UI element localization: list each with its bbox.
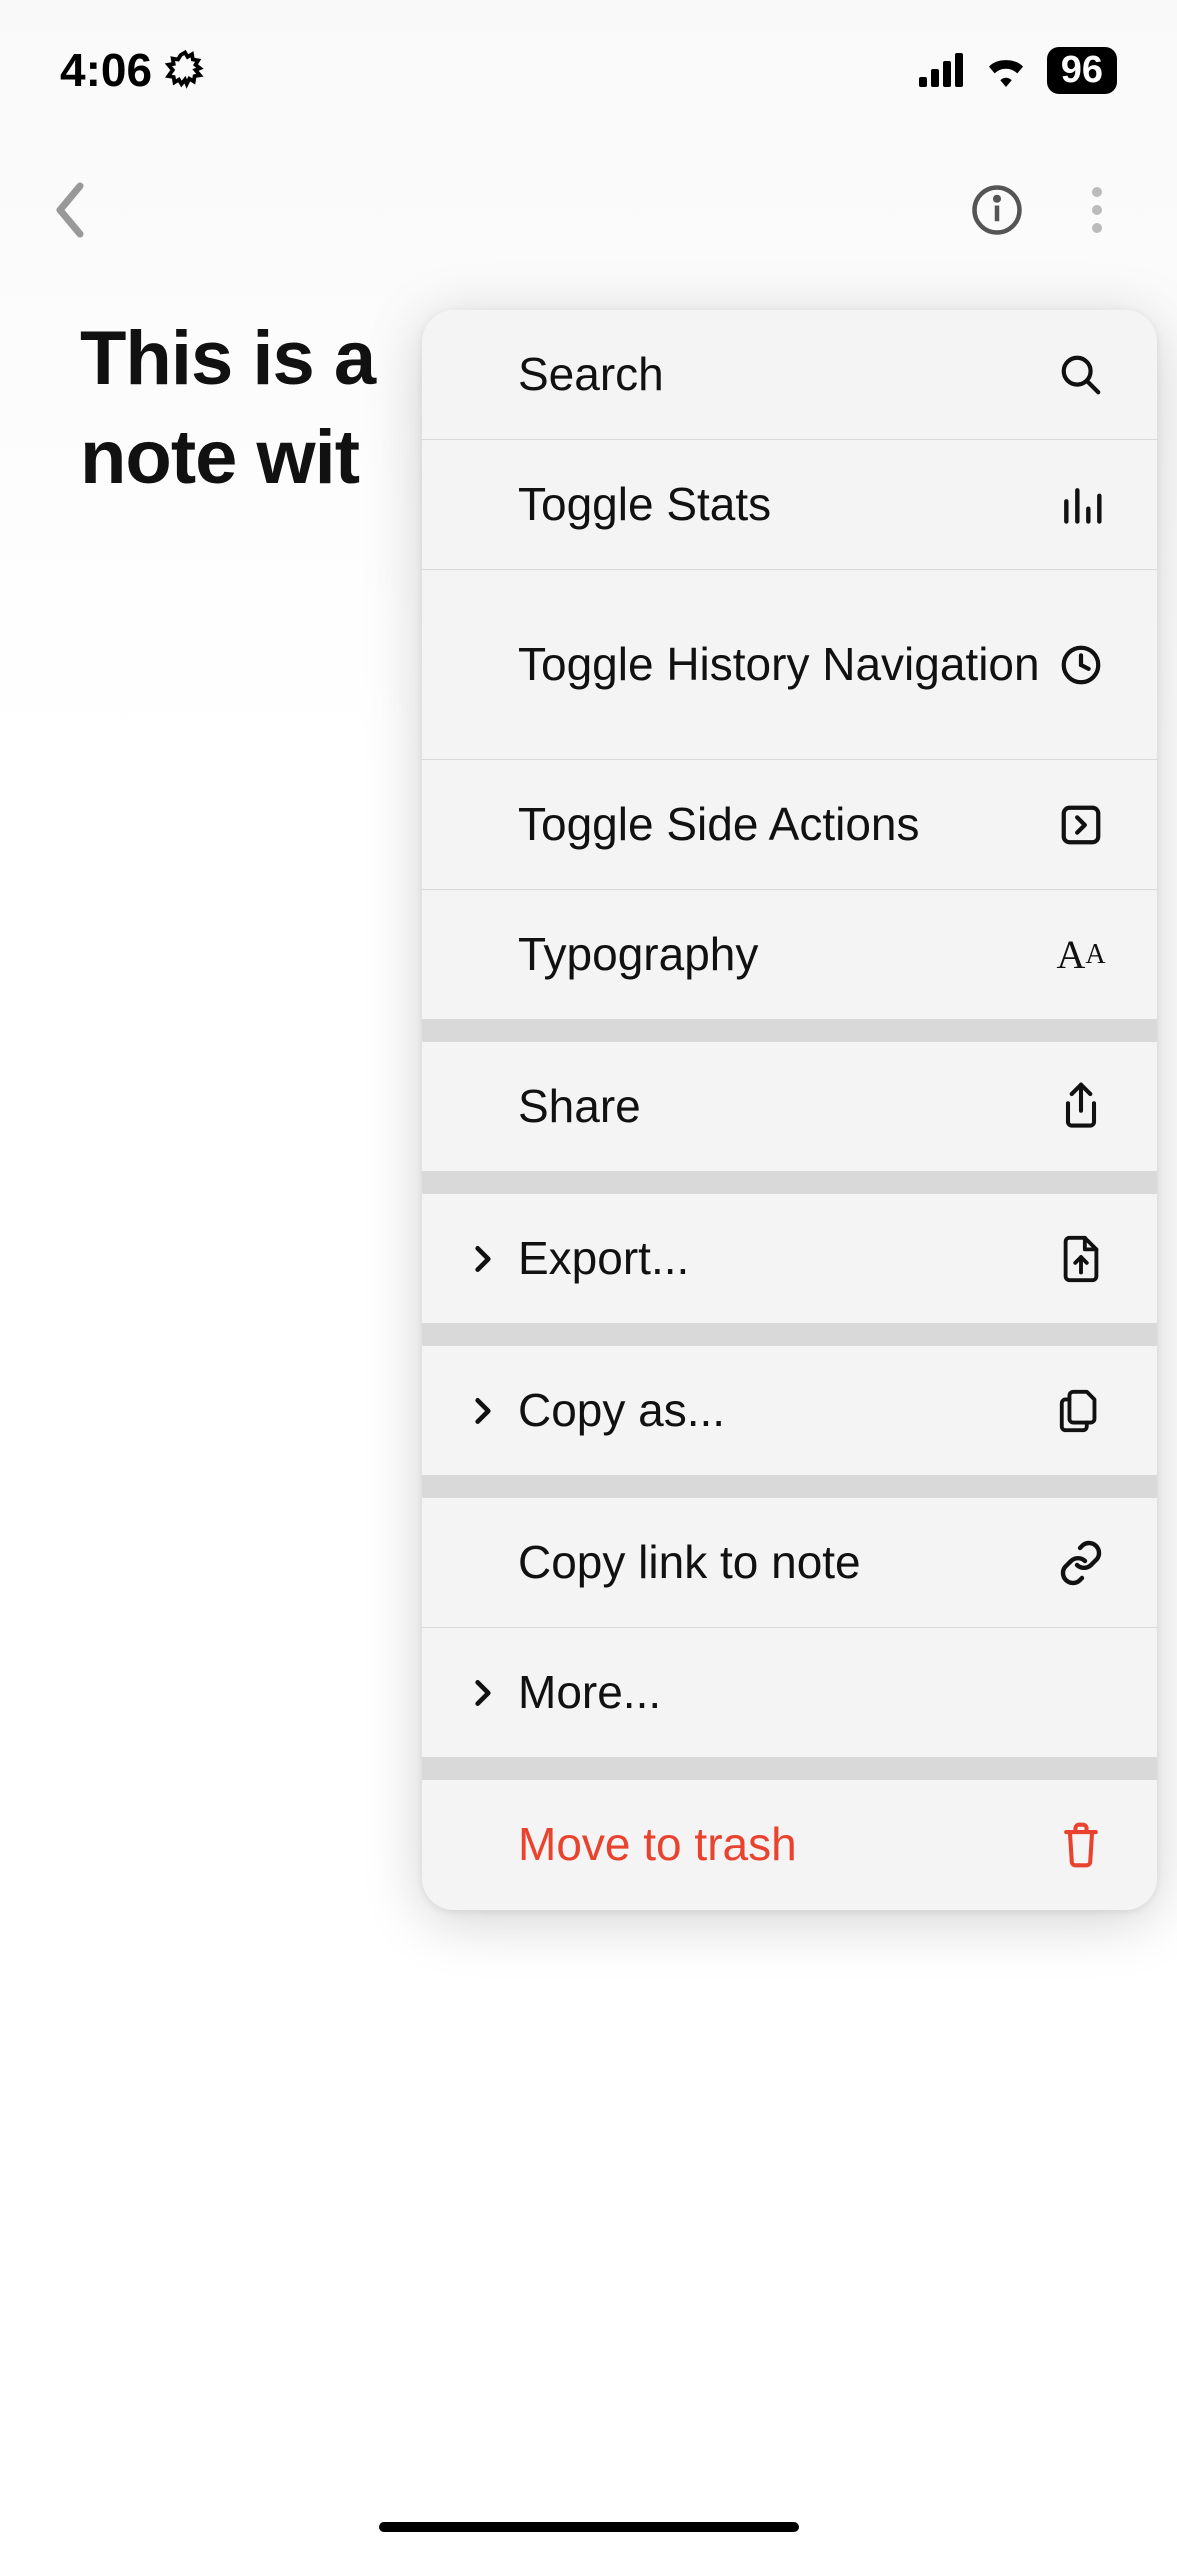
menu-toggle-side-actions-label: Toggle Side Actions — [518, 796, 1053, 854]
menu-typography[interactable]: Typography AA — [422, 890, 1157, 1020]
typography-icon: AA — [1053, 931, 1109, 978]
search-icon — [1053, 352, 1109, 398]
chevron-right-icon — [470, 1243, 514, 1275]
menu-typography-label: Typography — [518, 926, 1053, 984]
home-indicator[interactable] — [379, 2522, 799, 2532]
menu-separator — [422, 1324, 1157, 1346]
status-app-icon — [164, 49, 206, 91]
menu-separator — [422, 1020, 1157, 1042]
status-time: 4:06 — [60, 43, 152, 97]
top-nav — [0, 160, 1177, 260]
stats-icon — [1053, 483, 1109, 527]
menu-copy-as-label: Copy as... — [518, 1382, 1053, 1440]
wifi-icon — [983, 53, 1029, 87]
export-file-icon — [1053, 1234, 1109, 1284]
menu-toggle-stats-label: Toggle Stats — [518, 476, 1053, 534]
back-button[interactable] — [50, 178, 90, 242]
menu-search[interactable]: Search — [422, 310, 1157, 440]
menu-copy-as[interactable]: Copy as... — [422, 1346, 1157, 1476]
context-menu: Search Toggle Stats Toggle History Navig… — [422, 310, 1157, 1910]
info-button[interactable] — [967, 180, 1027, 240]
note-title-line2: note wit — [80, 415, 359, 500]
menu-copy-link-label: Copy link to note — [518, 1534, 1053, 1592]
note-title-line1: This is a — [80, 316, 375, 401]
copy-docs-icon — [1053, 1386, 1109, 1436]
menu-export[interactable]: Export... — [422, 1194, 1157, 1324]
menu-share[interactable]: Share — [422, 1042, 1157, 1172]
menu-search-label: Search — [518, 346, 1053, 404]
menu-toggle-history-nav-label: Toggle History Navigation — [518, 636, 1053, 694]
link-icon — [1053, 1539, 1109, 1587]
menu-copy-link[interactable]: Copy link to note — [422, 1498, 1157, 1628]
chevron-right-icon — [470, 1395, 514, 1427]
menu-separator — [422, 1476, 1157, 1498]
menu-separator — [422, 1172, 1157, 1194]
menu-toggle-side-actions[interactable]: Toggle Side Actions — [422, 760, 1157, 890]
share-icon — [1053, 1081, 1109, 1133]
menu-toggle-history-nav[interactable]: Toggle History Navigation — [422, 570, 1157, 760]
menu-toggle-stats[interactable]: Toggle Stats — [422, 440, 1157, 570]
menu-export-label: Export... — [518, 1230, 1053, 1288]
menu-separator — [422, 1758, 1157, 1780]
menu-move-to-trash-label: Move to trash — [518, 1816, 1053, 1874]
menu-move-to-trash[interactable]: Move to trash — [422, 1780, 1157, 1910]
more-options-button[interactable] — [1067, 180, 1127, 240]
menu-more[interactable]: More... — [422, 1628, 1157, 1758]
trash-icon — [1053, 1821, 1109, 1869]
menu-share-label: Share — [518, 1078, 1053, 1136]
status-bar: 4:06 96 — [0, 0, 1177, 140]
side-actions-icon — [1053, 802, 1109, 848]
cellular-signal-icon — [919, 53, 965, 87]
clock-icon — [1053, 642, 1109, 688]
menu-more-label: More... — [518, 1664, 1053, 1722]
chevron-right-icon — [470, 1677, 514, 1709]
battery-level: 96 — [1047, 47, 1117, 94]
